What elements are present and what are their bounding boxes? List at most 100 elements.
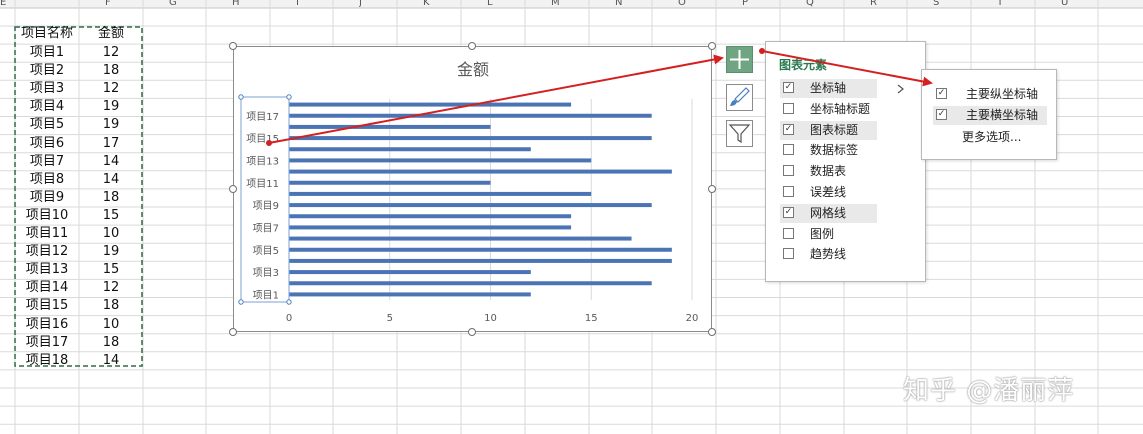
- resize-handle[interactable]: [708, 185, 716, 193]
- resize-handle[interactable]: [708, 328, 716, 336]
- chart-element-item[interactable]: 数据表: [780, 162, 877, 181]
- chart-element-item[interactable]: ✓ 网格线: [780, 203, 877, 223]
- resize-handle[interactable]: [468, 42, 476, 50]
- table-cell-name[interactable]: 项目17: [15, 334, 79, 352]
- axis-option-item[interactable]: ✓ 主要横坐标轴: [933, 106, 1047, 125]
- table-cell-amount[interactable]: 14: [79, 153, 143, 171]
- table-cell-name[interactable]: 项目4: [15, 98, 79, 116]
- column-header[interactable]: M: [551, 0, 563, 8]
- column-header[interactable]: E: [0, 0, 12, 8]
- checkbox[interactable]: [783, 144, 794, 156]
- column-header[interactable]: I: [296, 0, 308, 8]
- column-header[interactable]: K: [423, 0, 435, 8]
- chart-area[interactable]: 金额 0 5 10 15 20 项目1 项目3 项目5 项目7 项目9 项目11 项目13 项目15 项目1…: [233, 46, 712, 332]
- more-options-link[interactable]: 更多选项...: [962, 128, 1021, 145]
- axis-option-item[interactable]: ✓ 主要纵坐标轴: [933, 85, 1047, 104]
- checkbox[interactable]: ✓: [783, 123, 794, 135]
- checkbox[interactable]: ✓: [936, 88, 947, 99]
- table-cell-amount[interactable]: 18: [79, 189, 143, 207]
- resize-handle[interactable]: [708, 42, 716, 50]
- table-cell-name[interactable]: 项目9: [15, 189, 79, 207]
- resize-handle[interactable]: [229, 42, 237, 50]
- chart-element-item[interactable]: 误差线: [780, 183, 877, 202]
- table-cell-amount[interactable]: 12: [79, 279, 143, 297]
- checkbox[interactable]: [783, 102, 794, 114]
- column-header[interactable]: S: [933, 0, 945, 8]
- table-cell-amount[interactable]: 19: [79, 243, 143, 261]
- table-cell-amount[interactable]: 17: [79, 135, 143, 153]
- table-cell-amount[interactable]: 15: [79, 207, 143, 225]
- checkbox[interactable]: [783, 248, 794, 260]
- table-cell-amount[interactable]: 10: [79, 225, 143, 243]
- table-cell-name[interactable]: 项目14: [15, 279, 79, 297]
- table-cell-name[interactable]: 项目16: [15, 316, 79, 334]
- table-cell-amount[interactable]: 10: [79, 316, 143, 334]
- table-cell-amount[interactable]: 18: [79, 297, 143, 315]
- table-cell-amount[interactable]: 14: [79, 352, 143, 370]
- chart-element-item[interactable]: 图例: [780, 225, 877, 244]
- checkbox[interactable]: ✓: [783, 82, 794, 93]
- table-cell-name[interactable]: 项目3: [15, 80, 79, 98]
- checkbox[interactable]: [783, 227, 794, 239]
- table-cell-name[interactable]: 项目15: [15, 297, 79, 315]
- column-header[interactable]: U: [1061, 0, 1073, 8]
- bar-项目10: [289, 191, 592, 196]
- table-cell-amount[interactable]: 19: [79, 98, 143, 116]
- column-header[interactable]: Q: [806, 0, 818, 8]
- chevron-right-icon[interactable]: [897, 84, 905, 94]
- column-header[interactable]: H: [232, 0, 244, 8]
- checkbox[interactable]: ✓: [936, 109, 947, 120]
- table-cell-name[interactable]: 项目6: [15, 135, 79, 153]
- checkbox[interactable]: ✓: [783, 206, 794, 218]
- chart-styles-button[interactable]: [726, 84, 753, 111]
- table-cell-name[interactable]: 项目10: [15, 207, 79, 225]
- column-header[interactable]: J: [359, 0, 371, 8]
- table-cell-name[interactable]: 项目5: [15, 116, 79, 134]
- column-header[interactable]: N: [615, 0, 627, 8]
- table-cell-name[interactable]: 项目13: [15, 261, 79, 279]
- chart-element-item[interactable]: 坐标轴标题: [780, 100, 877, 119]
- header-cell-name[interactable]: 项目名称: [15, 25, 79, 43]
- chart-elements-button[interactable]: [726, 46, 753, 73]
- table-cell-name[interactable]: 项目12: [15, 243, 79, 261]
- chart-title[interactable]: 金额: [457, 60, 489, 79]
- header-cell-amount[interactable]: 金额: [79, 25, 143, 43]
- table-cell-name[interactable]: 项目7: [15, 153, 79, 171]
- chart-element-item[interactable]: 数据标签: [780, 141, 877, 160]
- column-header[interactable]: P: [742, 0, 754, 8]
- checkbox[interactable]: [783, 165, 794, 177]
- column-header[interactable]: R: [870, 0, 882, 8]
- table-cell-amount[interactable]: 12: [79, 80, 143, 98]
- column-header[interactable]: T: [997, 0, 1009, 8]
- resize-handle[interactable]: [229, 328, 237, 336]
- resize-handle[interactable]: [468, 328, 476, 336]
- x-tick-label: 5: [387, 313, 393, 324]
- chart-element-item[interactable]: ✓ 图表标题: [780, 120, 877, 140]
- table-cell-amount[interactable]: 14: [79, 171, 143, 189]
- table-cell-name[interactable]: 项目2: [15, 62, 79, 80]
- axis-selection-handle: [238, 94, 244, 100]
- checkbox[interactable]: [783, 186, 794, 197]
- table-cell-name[interactable]: 项目11: [15, 225, 79, 243]
- bar-项目1: [289, 292, 531, 297]
- chart-element-label: 数据标签: [810, 143, 859, 158]
- table-cell-amount[interactable]: 19: [79, 116, 143, 134]
- y-tick-label: 项目13: [246, 155, 279, 167]
- resize-handle[interactable]: [229, 185, 237, 193]
- y-tick-label: 项目1: [253, 289, 279, 301]
- column-header[interactable]: F: [105, 0, 117, 8]
- column-header[interactable]: L: [487, 0, 499, 8]
- chart-element-item[interactable]: ✓ 坐标轴: [780, 79, 877, 98]
- table-cell-name[interactable]: 项目1: [15, 44, 79, 62]
- chart-filters-button[interactable]: [726, 120, 753, 147]
- chart-element-label: 数据表: [810, 164, 847, 179]
- table-cell-name[interactable]: 项目18: [15, 352, 79, 370]
- column-header[interactable]: O: [678, 0, 690, 8]
- table-cell-amount[interactable]: 18: [79, 334, 143, 352]
- column-header[interactable]: G: [169, 0, 181, 8]
- table-cell-amount[interactable]: 15: [79, 261, 143, 279]
- table-cell-amount[interactable]: 12: [79, 44, 143, 62]
- chart-element-item[interactable]: 趋势线: [780, 245, 877, 264]
- table-cell-name[interactable]: 项目8: [15, 171, 79, 189]
- table-cell-amount[interactable]: 18: [79, 62, 143, 80]
